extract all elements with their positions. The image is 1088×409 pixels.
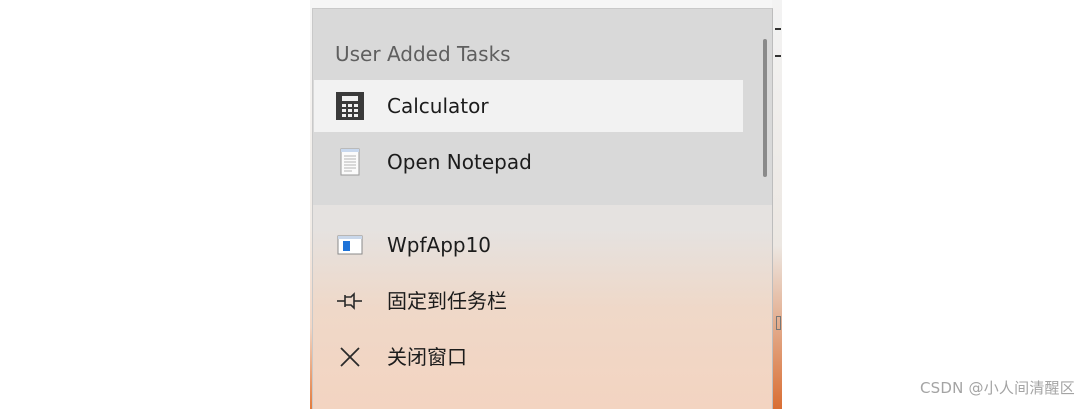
notepad-icon xyxy=(334,146,366,178)
background-window-glyph xyxy=(776,316,781,330)
calculator-icon xyxy=(334,90,366,122)
scrollbar-thumb[interactable] xyxy=(763,39,767,177)
watermark: CSDN @小人间清醒区 xyxy=(920,379,1075,397)
task-label: Calculator xyxy=(387,94,489,118)
user-tasks-section: User Added Tasks Calculator Open Notepad xyxy=(313,9,772,205)
close-icon xyxy=(334,341,366,373)
pin-to-taskbar-item[interactable]: 固定到任务栏 xyxy=(314,275,743,327)
close-label: 关闭窗口 xyxy=(387,345,467,369)
task-calculator[interactable]: Calculator xyxy=(314,80,743,132)
background-window-edge xyxy=(772,0,782,409)
task-open-notepad[interactable]: Open Notepad xyxy=(314,136,743,188)
pin-label: 固定到任务栏 xyxy=(387,289,507,313)
app-item-wpfapp10[interactable]: WpfApp10 xyxy=(314,219,743,271)
task-label: Open Notepad xyxy=(387,150,532,174)
background-window-glyph xyxy=(775,55,781,57)
app-window-icon xyxy=(334,229,366,261)
app-label: WpfApp10 xyxy=(387,233,492,257)
pin-icon xyxy=(334,285,366,317)
section-heading: User Added Tasks xyxy=(335,42,511,66)
background-window-glyph xyxy=(775,28,781,30)
close-window-item[interactable]: 关闭窗口 xyxy=(314,331,743,383)
taskbar-jump-list: User Added Tasks Calculator Open Notepad… xyxy=(312,8,773,409)
